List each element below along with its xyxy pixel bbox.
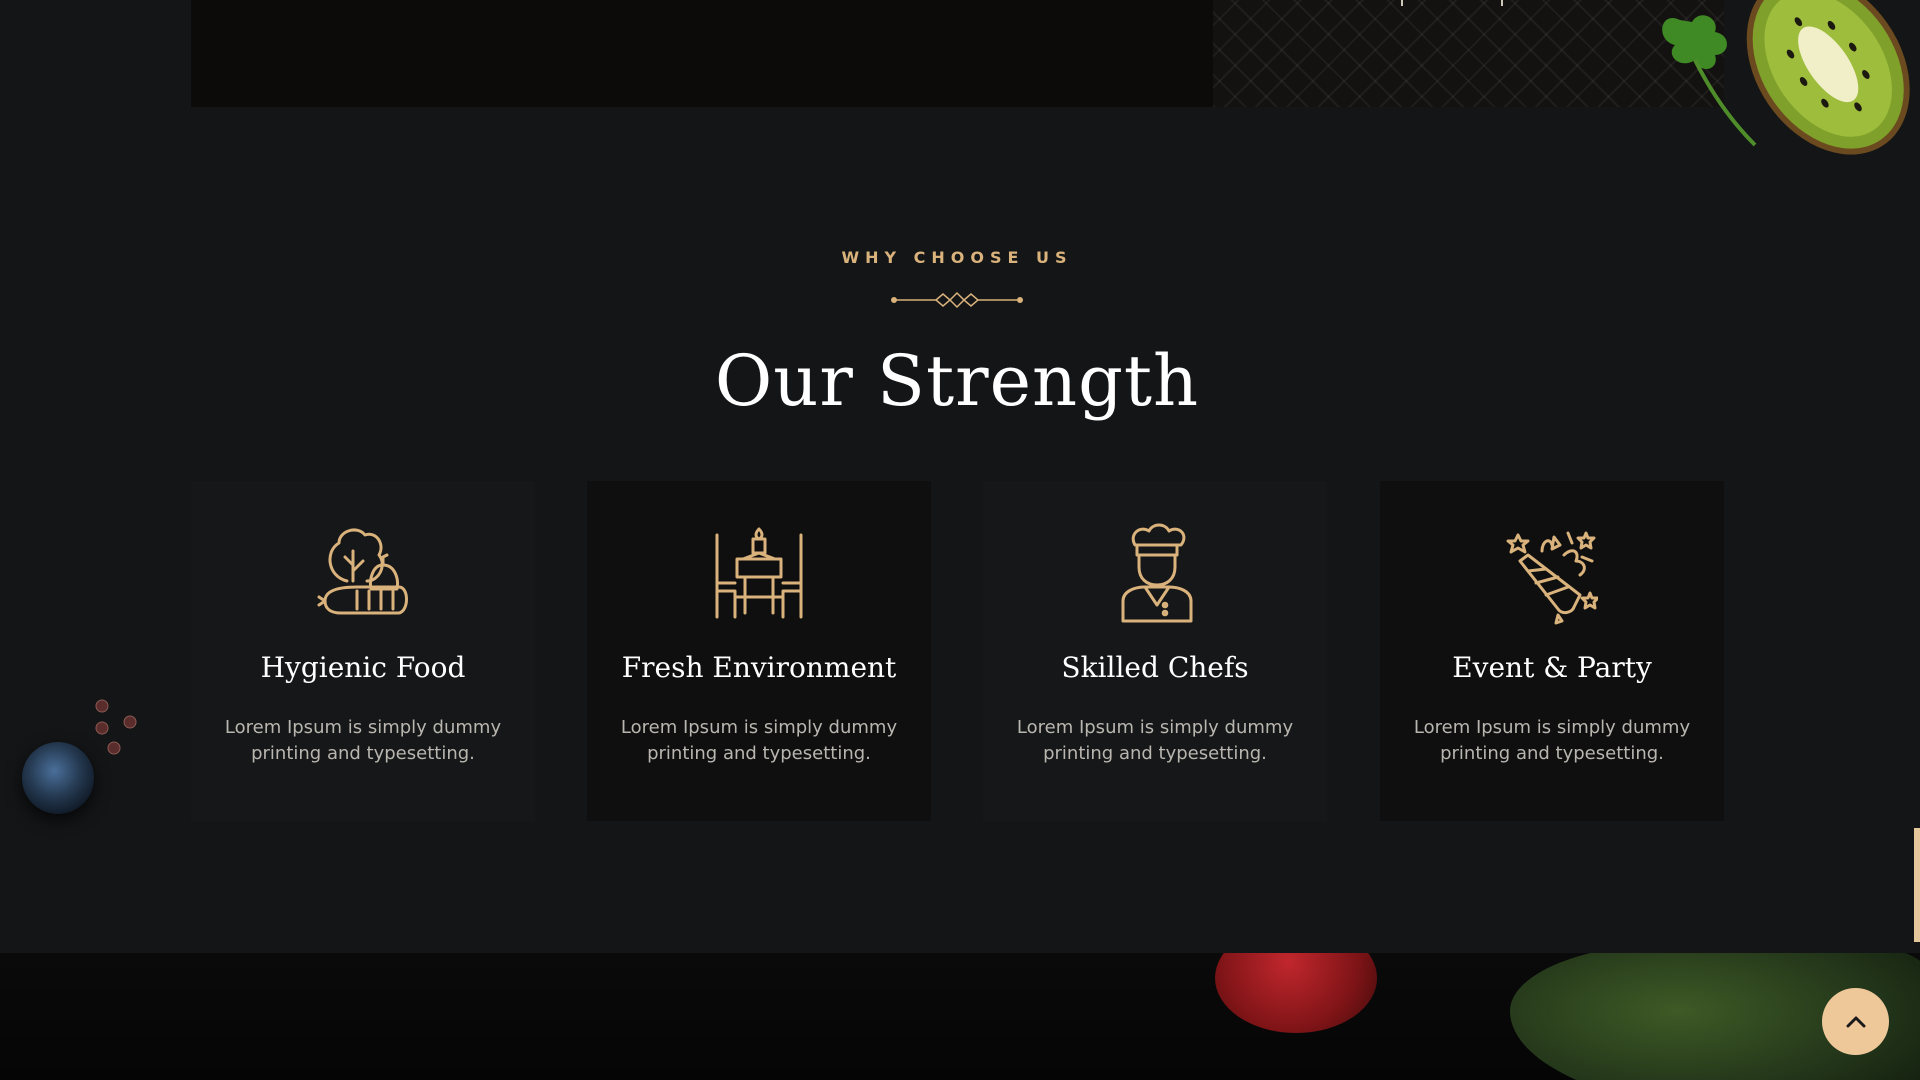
side-tab[interactable] xyxy=(1914,828,1920,942)
card-title: Fresh Environment xyxy=(621,651,897,684)
card-hygienic-food[interactable]: Hygienic Food Lorem Ipsum is simply dumm… xyxy=(191,481,535,821)
vegetables-icon xyxy=(317,528,408,615)
card-text: Lorem Ipsum is simply dummy printing and… xyxy=(620,717,898,764)
card-title: Event & Party xyxy=(1452,651,1652,684)
top-banner xyxy=(191,0,1724,107)
card-text: Lorem Ipsum is simply dummy printing and… xyxy=(224,717,502,764)
card-title: Skilled Chefs xyxy=(1061,651,1249,684)
kiwi-decoration xyxy=(1662,0,1910,155)
ornament-divider xyxy=(891,291,1023,309)
card-skilled-chefs[interactable]: Skilled Chefs Lorem Ipsum is simply dumm… xyxy=(983,481,1327,821)
page: WHY CHOOSE US Our Strength Hygienic Food… xyxy=(0,0,1920,1080)
chef-icon xyxy=(1121,523,1193,623)
card-text: Lorem Ipsum is simply dummy printing and… xyxy=(1016,717,1294,764)
strength-cards: Hygienic Food Lorem Ipsum is simply dumm… xyxy=(191,481,1724,821)
card-fresh-environment[interactable]: Fresh Environment Lorem Ipsum is simply … xyxy=(587,481,931,821)
chevron-up-icon xyxy=(1846,1016,1865,1027)
party-popper-icon xyxy=(1506,531,1598,625)
section-eyebrow: WHY CHOOSE US xyxy=(841,248,1073,267)
banner-tick xyxy=(1501,0,1503,6)
bottom-photo-strip xyxy=(0,953,1920,1080)
section-title: Our Strength xyxy=(714,340,1200,422)
card-title: Hygienic Food xyxy=(260,651,466,684)
berries-decoration xyxy=(95,699,137,755)
blue-plate-decoration xyxy=(22,742,94,814)
tomato-image xyxy=(1215,953,1377,1033)
banner-tick xyxy=(1401,0,1403,6)
card-event-party[interactable]: Event & Party Lorem Ipsum is simply dumm… xyxy=(1380,481,1724,821)
scroll-to-top-button[interactable] xyxy=(1822,988,1889,1055)
card-text: Lorem Ipsum is simply dummy printing and… xyxy=(1413,717,1691,764)
dining-table-icon xyxy=(715,527,803,619)
